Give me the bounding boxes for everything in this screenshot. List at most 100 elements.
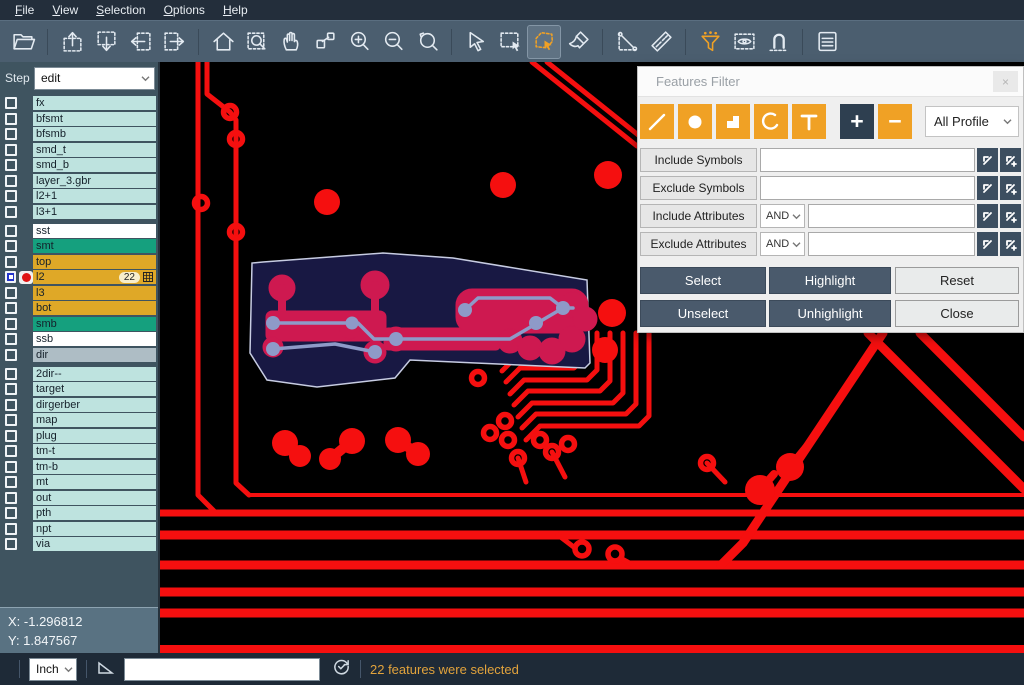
layer-checkbox-layer_3.gbr[interactable] — [5, 175, 17, 187]
ruler-button[interactable] — [645, 26, 677, 58]
layer-checkbox-out[interactable] — [5, 492, 17, 504]
layer-name-dirgerber[interactable]: dirgerber — [33, 398, 156, 412]
layer-name-fx[interactable]: fx — [33, 96, 156, 110]
unhighlight-button[interactable]: Unhighlight — [769, 300, 891, 327]
layer-name-tm-t[interactable]: tm-t — [33, 444, 156, 458]
include-attributes-operator-select[interactable]: AND — [760, 204, 805, 228]
layer-checkbox-bfsmt[interactable] — [5, 113, 17, 125]
include-attributes-input[interactable] — [808, 204, 975, 228]
unselect-button[interactable]: Unselect — [640, 300, 766, 327]
layer-checkbox-smd_b[interactable] — [5, 159, 17, 171]
brush-select-button[interactable] — [562, 26, 594, 58]
include-attributes-pick-button[interactable] — [977, 204, 998, 228]
layer-checkbox-map[interactable] — [5, 414, 17, 426]
layer-name-via[interactable]: via — [33, 537, 156, 551]
layer-name-sst[interactable]: sst — [33, 224, 156, 238]
layer-checkbox-l3+1[interactable] — [5, 206, 17, 218]
layer-name-l2+1[interactable]: l2+1 — [33, 189, 156, 203]
pan-down-button[interactable] — [90, 26, 122, 58]
menu-selection[interactable]: Selection — [87, 1, 154, 19]
include-attributes-pick-add-button[interactable] — [1000, 204, 1021, 228]
layer-name-npt[interactable]: npt — [33, 522, 156, 536]
report-list-button[interactable] — [811, 26, 843, 58]
zoom-previous-button[interactable] — [411, 26, 443, 58]
layer-name-out[interactable]: out — [33, 491, 156, 505]
exclude-symbols-input[interactable] — [760, 176, 975, 200]
layer-checkbox-dirgerber[interactable] — [5, 399, 17, 411]
exclude-symbols-button[interactable]: Exclude Symbols — [640, 176, 757, 200]
layer-checkbox-target[interactable] — [5, 383, 17, 395]
layer-checkbox-2dir--[interactable] — [5, 368, 17, 380]
layer-checkbox-tm-b[interactable] — [5, 461, 17, 473]
layer-name-l2[interactable]: l222 — [33, 270, 156, 284]
layer-name-target[interactable]: target — [33, 382, 156, 396]
arc-feature-button[interactable] — [754, 104, 788, 139]
menu-options[interactable]: Options — [155, 1, 214, 19]
layer-name-pth[interactable]: pth — [33, 506, 156, 520]
unit-select[interactable]: Inch — [29, 658, 77, 681]
menu-file[interactable]: File — [6, 1, 43, 19]
select-arrow-button[interactable] — [460, 26, 492, 58]
layer-name-bot[interactable]: bot — [33, 301, 156, 315]
layer-name-tm-b[interactable]: tm-b — [33, 460, 156, 474]
profile-select[interactable]: All Profile — [925, 106, 1019, 137]
exclude-symbols-pick-add-button[interactable] — [1000, 176, 1021, 200]
close-button[interactable]: Close — [895, 300, 1019, 327]
layer-name-dir[interactable]: dir — [33, 348, 156, 362]
dialog-title-bar[interactable]: Features Filter × — [638, 67, 1023, 97]
text-feature-button[interactable] — [792, 104, 826, 139]
zoom-window-button[interactable] — [241, 26, 273, 58]
layer-checkbox-fx[interactable] — [5, 97, 17, 109]
layer-checkbox-l2+1[interactable] — [5, 190, 17, 202]
layer-checkbox-sst[interactable] — [5, 225, 17, 237]
layer-name-2dir--[interactable]: 2dir-- — [33, 367, 156, 381]
grid-icon[interactable] — [143, 272, 153, 282]
layer-name-layer_3.gbr[interactable]: layer_3.gbr — [33, 174, 156, 188]
layer-checkbox-smt[interactable] — [5, 240, 17, 252]
angle-measure-icon[interactable] — [96, 657, 116, 682]
add-mode-button[interactable]: + — [840, 104, 874, 139]
select-button[interactable]: Select — [640, 267, 766, 294]
layer-checkbox-pth[interactable] — [5, 507, 17, 519]
exclude-attributes-input[interactable] — [808, 232, 975, 256]
layer-checkbox-top[interactable] — [5, 256, 17, 268]
command-input[interactable] — [124, 658, 320, 681]
include-symbols-pick-add-button[interactable] — [1000, 148, 1021, 172]
zoom-in-button[interactable] — [343, 26, 375, 58]
layer-checkbox-smd_t[interactable] — [5, 144, 17, 156]
snap-magnet-button[interactable] — [762, 26, 794, 58]
polygon-select-button[interactable] — [528, 26, 560, 58]
menu-view[interactable]: View — [43, 1, 87, 19]
view-options-button[interactable] — [728, 26, 760, 58]
layer-checkbox-npt[interactable] — [5, 523, 17, 535]
include-symbols-input[interactable] — [760, 148, 975, 172]
layer-checkbox-ssb[interactable] — [5, 333, 17, 345]
measure-distance-button[interactable] — [611, 26, 643, 58]
layer-checkbox-tm-t[interactable] — [5, 445, 17, 457]
exclude-symbols-pick-button[interactable] — [977, 176, 998, 200]
include-attributes-button[interactable]: Include Attributes — [640, 204, 757, 228]
layer-name-plug[interactable]: plug — [33, 429, 156, 443]
exclude-attributes-operator-select[interactable]: AND — [760, 232, 805, 256]
pan-up-button[interactable] — [56, 26, 88, 58]
dialog-close-button[interactable]: × — [993, 71, 1018, 92]
pan-hand-button[interactable] — [275, 26, 307, 58]
layer-checkbox-via[interactable] — [5, 538, 17, 550]
layer-name-bfsmb[interactable]: bfsmb — [33, 127, 156, 141]
layer-name-map[interactable]: map — [33, 413, 156, 427]
layer-name-smb[interactable]: smb — [33, 317, 156, 331]
layer-checkbox-smb[interactable] — [5, 318, 17, 330]
open-folder-button[interactable] — [7, 26, 39, 58]
include-symbols-pick-button[interactable] — [977, 148, 998, 172]
layer-checkbox-mt[interactable] — [5, 476, 17, 488]
line-feature-button[interactable] — [640, 104, 674, 139]
layer-name-top[interactable]: top — [33, 255, 156, 269]
home-view-button[interactable] — [207, 26, 239, 58]
layer-name-mt[interactable]: mt — [33, 475, 156, 489]
layer-checkbox-bot[interactable] — [5, 302, 17, 314]
layer-name-ssb[interactable]: ssb — [33, 332, 156, 346]
exclude-attributes-pick-button[interactable] — [977, 232, 998, 256]
zoom-object-button[interactable] — [309, 26, 341, 58]
layer-checkbox-plug[interactable] — [5, 430, 17, 442]
layer-name-smd_b[interactable]: smd_b — [33, 158, 156, 172]
